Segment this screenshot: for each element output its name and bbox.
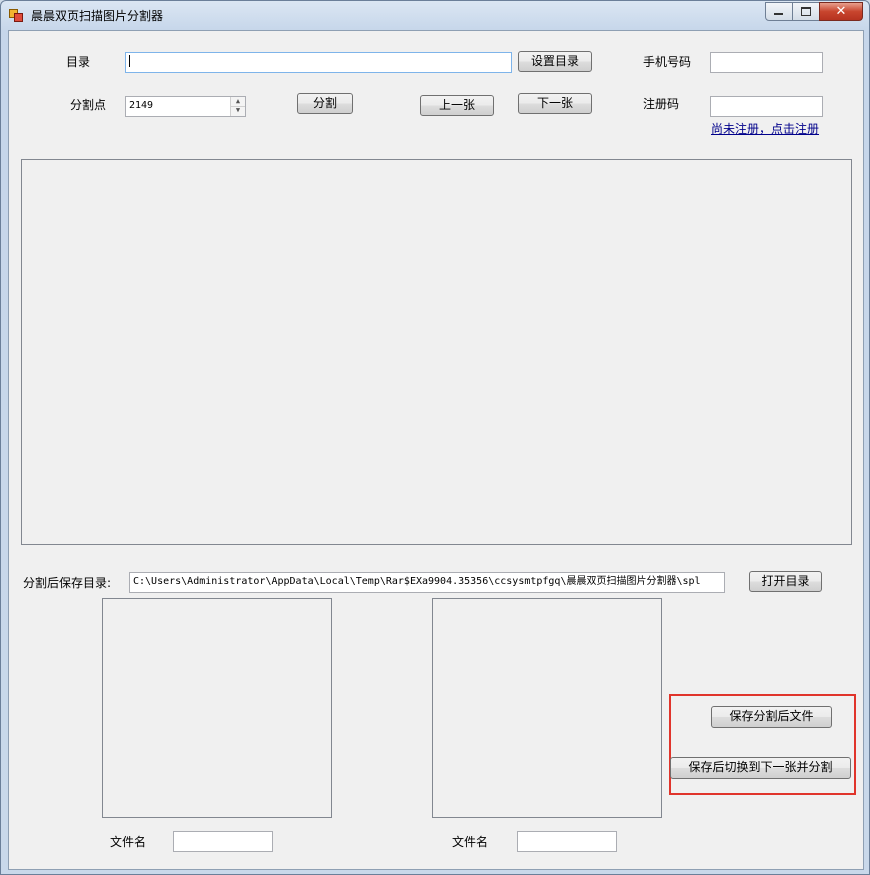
image-preview-panel xyxy=(21,159,852,545)
minimize-icon xyxy=(774,13,783,15)
split-point-label: 分割点 xyxy=(70,98,107,112)
register-code-label: 注册码 xyxy=(643,97,680,111)
phone-label: 手机号码 xyxy=(643,55,692,69)
register-code-input[interactable] xyxy=(710,96,823,117)
close-button[interactable]: ✕ xyxy=(819,2,863,21)
directory-input[interactable] xyxy=(125,52,512,73)
app-icon xyxy=(9,9,23,22)
window-controls: ✕ xyxy=(765,2,863,21)
right-filename-label: 文件名 xyxy=(452,835,489,849)
split-point-stepper[interactable]: 2149 ▲ ▼ xyxy=(125,96,246,117)
title-bar[interactable]: 晨晨双页扫描图片分割器 ✕ xyxy=(1,1,869,29)
open-directory-button[interactable]: 打开目录 xyxy=(749,571,822,592)
save-and-next-button[interactable]: 保存后切换到下一张并分割 xyxy=(670,757,851,779)
maximize-icon xyxy=(801,7,811,16)
window-title: 晨晨双页扫描图片分割器 xyxy=(31,9,164,23)
next-image-button[interactable]: 下一张 xyxy=(518,93,592,114)
client-area: 目录 设置目录 手机号码 分割点 2149 ▲ ▼ 分割 上一张 下一张 注册码… xyxy=(8,30,864,870)
save-split-files-button[interactable]: 保存分割后文件 xyxy=(711,706,832,728)
register-link[interactable]: 尚未注册，点击注册 xyxy=(711,120,819,137)
left-filename-input[interactable] xyxy=(173,831,273,852)
split-point-value: 2149 xyxy=(129,100,154,111)
minimize-button[interactable] xyxy=(765,2,793,21)
maximize-button[interactable] xyxy=(792,2,820,21)
output-directory-input[interactable]: C:\Users\Administrator\AppData\Local\Tem… xyxy=(129,572,725,593)
close-icon: ✕ xyxy=(835,4,847,19)
left-filename-label: 文件名 xyxy=(110,835,147,849)
output-directory-label: 分割后保存目录: xyxy=(23,576,112,590)
right-page-preview xyxy=(432,598,662,818)
prev-image-button[interactable]: 上一张 xyxy=(420,95,494,116)
right-filename-input[interactable] xyxy=(517,831,617,852)
split-button[interactable]: 分割 xyxy=(297,93,353,114)
set-directory-button[interactable]: 设置目录 xyxy=(518,51,592,72)
text-caret xyxy=(129,55,130,67)
directory-label: 目录 xyxy=(66,55,91,69)
stepper-buttons: ▲ ▼ xyxy=(230,97,245,116)
left-page-preview xyxy=(102,598,332,818)
phone-input[interactable] xyxy=(710,52,823,73)
stepper-down-icon[interactable]: ▼ xyxy=(231,106,245,115)
main-window: 晨晨双页扫描图片分割器 ✕ 目录 设置目录 手机号码 分割点 2149 ▲ ▼ xyxy=(0,0,870,875)
